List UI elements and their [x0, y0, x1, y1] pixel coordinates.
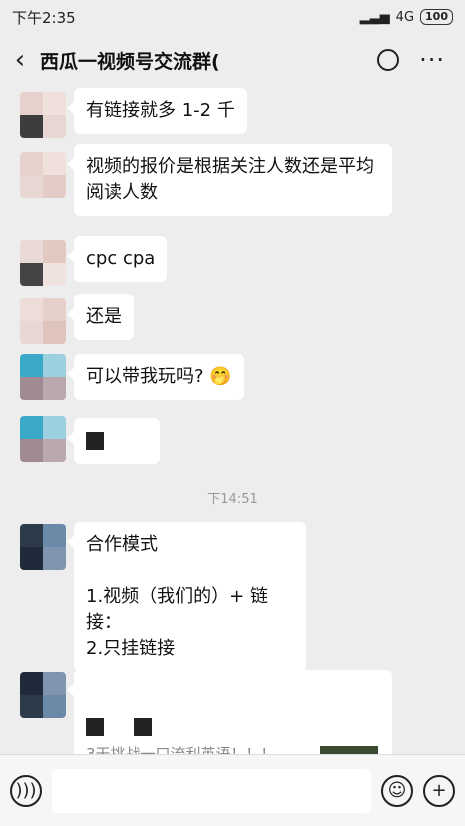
message-bubble[interactable]: 合作模式 1.视频（我们的）+ 链接： 2.只挂链接 [67, 522, 306, 672]
message-line: 2.只挂链接 [86, 638, 176, 659]
avatar[interactable] [20, 524, 66, 570]
link-card[interactable]: 3天挑战一口流利英语！！！ [67, 670, 392, 754]
redacted-block [86, 432, 104, 450]
avatar[interactable] [20, 240, 66, 286]
status-icons: ▂▃▅ 4G 100 [360, 9, 453, 25]
avatar[interactable] [20, 298, 66, 344]
message-text: 可以带我玩吗? [86, 366, 204, 387]
message-bubble[interactable]: cpc cpa [66, 236, 168, 282]
link-thumbnail [320, 746, 378, 754]
emoji-icon[interactable]: ☺ [381, 774, 413, 807]
back-icon[interactable]: ‹ [0, 45, 40, 75]
chat-title: 西瓜一视频号交流群( [40, 50, 220, 73]
message-input[interactable] [52, 768, 371, 813]
chat-header: ‹ 西瓜一视频号交流群( ··· [0, 34, 465, 86]
avatar[interactable] [20, 152, 66, 198]
emoji-icon: 🤭 [209, 366, 232, 387]
avatar[interactable] [20, 354, 66, 400]
more-icon[interactable]: ··· [419, 48, 445, 72]
status-time: 下午2:35 [12, 8, 76, 27]
header-actions: ··· [377, 48, 465, 72]
signal-icon: ▂▃▅ [359, 9, 390, 25]
status-bar: 下午2:35 ▂▃▅ 4G 100 [0, 0, 465, 34]
plus-icon[interactable]: + [423, 774, 455, 807]
chat-area[interactable]: 有链接就多 1-2 千 视频的报价是根据关注人数还是平均阅读人数 cpc cpa… [0, 86, 465, 754]
avatar[interactable] [20, 92, 66, 138]
time-separator: 下14:51 [207, 492, 258, 507]
message-bubble[interactable] [67, 418, 160, 464]
message-line: 1.视频（我们的）+ 链接： [86, 586, 268, 633]
message-title: 合作模式 [86, 534, 158, 555]
battery-icon: 100 [420, 9, 453, 25]
redacted-block [133, 718, 152, 736]
message-bubble[interactable]: 可以带我玩吗? 🤭 [67, 354, 244, 400]
message-bubble[interactable]: 还是 [67, 294, 134, 340]
network-label: 4G [395, 9, 415, 25]
avatar[interactable] [20, 416, 66, 462]
mini-program-icon[interactable] [377, 49, 400, 71]
avatar[interactable] [20, 672, 66, 718]
input-bar: ))) ☺ + [0, 754, 465, 826]
redacted-block [86, 718, 104, 736]
message-bubble[interactable]: 有链接就多 1-2 千 [67, 88, 247, 134]
message-bubble[interactable]: 视频的报价是根据关注人数还是平均阅读人数 [67, 144, 392, 216]
voice-icon[interactable]: ))) [10, 774, 42, 807]
